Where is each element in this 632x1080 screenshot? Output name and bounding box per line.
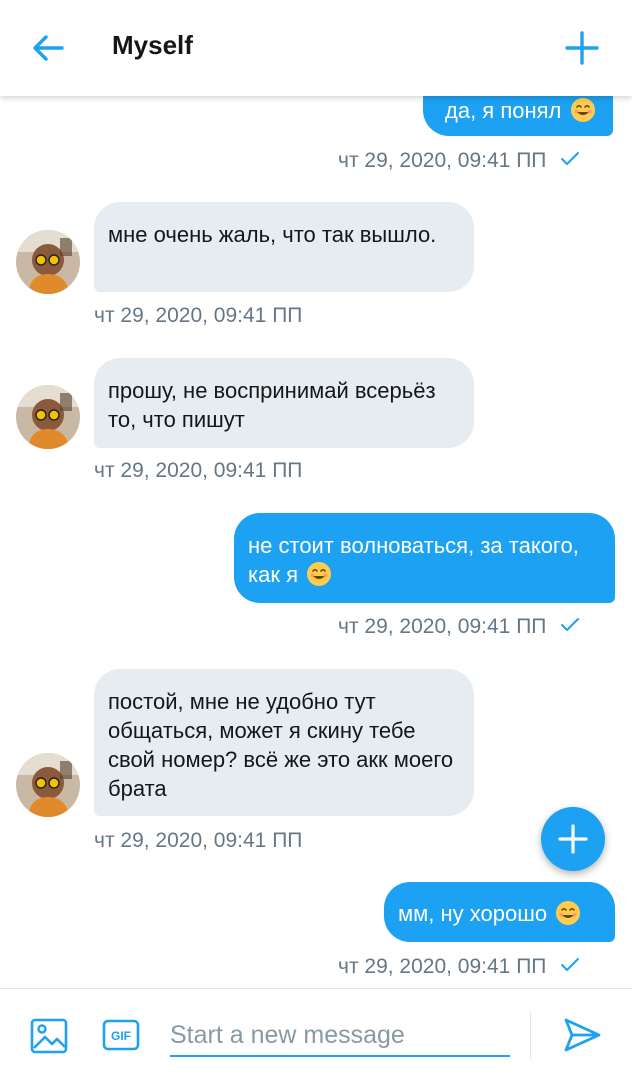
message-bubble-outgoing[interactable]: да, я понял xyxy=(423,96,613,136)
smiling-face-icon xyxy=(307,562,332,586)
checkmark-icon xyxy=(561,618,580,631)
message-timestamp: чт 29, 2020, 09:41 ПП xyxy=(94,304,303,327)
message-bubble-outgoing[interactable]: мм, ну хорошо xyxy=(384,882,615,942)
avatar[interactable] xyxy=(16,753,80,817)
gif-icon[interactable]: GIF xyxy=(102,1019,140,1051)
message-text: постой, мне не удобно тут общаться, може… xyxy=(108,689,454,801)
message-text: не стоит волноваться, за такого, как я xyxy=(248,533,579,587)
message-list[interactable]: да, я понял чт 29, 2020, 09:41 ПП мне оч… xyxy=(0,96,632,988)
message-meta: чт 29, 2020, 09:41 ПП xyxy=(94,829,302,853)
smiling-face-icon xyxy=(570,98,595,122)
message-meta: чт 29, 2020, 09:41 ПП xyxy=(338,955,580,979)
send-icon[interactable] xyxy=(562,1015,602,1055)
message-timestamp: чт 29, 2020, 09:41 ПП xyxy=(338,955,547,978)
message-meta: чт 29, 2020, 09:41 ПП xyxy=(94,304,302,328)
smiling-face-icon xyxy=(556,901,581,925)
plus-icon xyxy=(558,824,588,854)
message-meta: чт 29, 2020, 09:41 ПП xyxy=(338,149,580,173)
composer-divider xyxy=(530,1011,531,1059)
message-meta: чт 29, 2020, 09:41 ПП xyxy=(338,615,580,639)
message-text: мм, ну хорошо xyxy=(398,901,548,926)
message-bubble-incoming[interactable]: прошу, не воспринимай всерьёз то, что пи… xyxy=(94,358,474,448)
message-text: прошу, не воспринимай всерьёз то, что пи… xyxy=(108,378,436,432)
message-meta: чт 29, 2020, 09:41 ПП xyxy=(94,459,302,483)
message-bubble-incoming[interactable]: мне очень жаль, что так вышло. xyxy=(94,202,474,292)
avatar[interactable] xyxy=(16,230,80,294)
avatar[interactable] xyxy=(16,385,80,449)
conversation-title: Myself xyxy=(112,30,193,60)
message-input[interactable]: Start a new message xyxy=(170,1013,510,1057)
compose-fab-button[interactable] xyxy=(541,807,605,871)
plus-icon[interactable] xyxy=(562,28,602,68)
arrow-left-icon[interactable] xyxy=(28,28,68,68)
checkmark-icon xyxy=(561,152,580,165)
gif-label: GIF xyxy=(111,1029,131,1043)
image-icon[interactable] xyxy=(30,1017,68,1055)
message-text: да, я понял xyxy=(445,98,562,123)
message-composer: GIF Start a new message xyxy=(0,988,632,1080)
message-timestamp: чт 29, 2020, 09:41 ПП xyxy=(338,615,547,638)
message-timestamp: чт 29, 2020, 09:41 ПП xyxy=(94,829,303,852)
checkmark-icon xyxy=(561,958,580,971)
message-bubble-incoming[interactable]: постой, мне не удобно тут общаться, може… xyxy=(94,669,474,816)
message-timestamp: чт 29, 2020, 09:41 ПП xyxy=(338,149,547,172)
message-text: мне очень жаль, что так вышло. xyxy=(108,222,437,247)
message-bubble-outgoing[interactable]: не стоит волноваться, за такого, как я xyxy=(234,513,615,603)
message-timestamp: чт 29, 2020, 09:41 ПП xyxy=(94,459,303,482)
conversation-header: Myself xyxy=(0,0,632,96)
